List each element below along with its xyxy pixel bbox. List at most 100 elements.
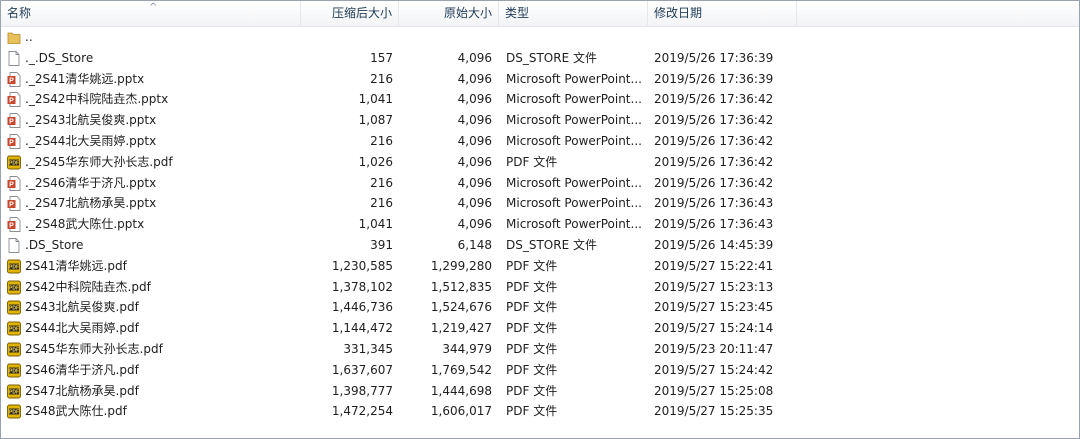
file-list-window: 名称 ^ 压缩后大小 原始大小 类型 修改日期 .. ._.DS_Store 157… — [0, 0, 1080, 439]
file-row[interactable]: PDF 2S45华东师大孙长志.pdf 331,345 344,979 PDF 文件 20… — [1, 339, 1079, 360]
modified-date-cell: 2019/5/27 15:24:14 — [654, 321, 774, 336]
column-header-modified[interactable]: 修改日期 — [648, 1, 797, 26]
svg-text:PDF: PDF — [9, 306, 19, 312]
compressed-size-cell: 1,637,607 — [331, 362, 393, 377]
file-name: ._2S48武大陈仕.pptx — [25, 217, 145, 232]
compressed-size-cell: 1,041 — [358, 92, 393, 107]
file-name-cell: P ._2S44北大吴雨婷.pptx — [7, 131, 297, 152]
modified-date-cell: 2019/5/27 15:25:35 — [654, 404, 774, 419]
file-type-cell: Microsoft PowerPoint... — [506, 217, 642, 232]
file-name-cell: PDF 2S46清华于济凡.pdf — [7, 360, 297, 381]
file-row[interactable]: PDF 2S44北大吴雨婷.pdf 1,144,472 1,219,427 PDF 文件… — [1, 318, 1079, 339]
file-type-cell: Microsoft PowerPoint... — [506, 133, 642, 148]
original-size-cell: 6,148 — [457, 237, 492, 252]
file-name: ._.DS_Store — [25, 50, 94, 65]
modified-date-cell: 2019/5/26 17:36:42 — [654, 154, 774, 169]
file-row[interactable]: P ._2S48武大陈仕.pptx 1,041 4,096 Microsoft Powe… — [1, 214, 1079, 235]
original-size-cell: 4,096 — [457, 92, 492, 107]
file-type-cell: Microsoft PowerPoint... — [506, 175, 642, 190]
file-row[interactable]: .DS_Store 391 6,148 DS_STORE 文件 2019/5/26 14… — [1, 235, 1079, 256]
compressed-size-cell: 1,026 — [358, 154, 393, 169]
file-row[interactable]: PDF 2S43北航吴俊爽.pdf 1,446,736 1,524,676 PDF 文件… — [1, 297, 1079, 318]
file-name: 2S41清华姚远.pdf — [25, 258, 127, 273]
file-name-cell: .. — [7, 27, 297, 48]
modified-date-cell: 2019/5/26 17:36:42 — [654, 175, 774, 190]
file-name-cell: PDF 2S45华东师大孙长志.pdf — [7, 339, 297, 360]
modified-date-cell: 2019/5/26 17:36:42 — [654, 113, 774, 128]
original-size-cell: 1,524,676 — [430, 300, 492, 315]
original-size-cell: 4,096 — [457, 50, 492, 65]
file-row[interactable]: PDF 2S46清华于济凡.pdf 1,637,607 1,769,542 PDF 文件… — [1, 360, 1079, 381]
svg-text:PDF: PDF — [9, 389, 19, 395]
modified-date-cell: 2019/5/26 17:36:39 — [654, 50, 774, 65]
modified-date-cell — [654, 27, 794, 48]
column-header-original-size-label: 原始大小 — [443, 6, 492, 20]
file-row[interactable]: PDF 2S42中科院陆垚杰.pdf 1,378,102 1,512,835 PDF 文… — [1, 277, 1079, 298]
file-name: ._2S41清华姚远.pptx — [25, 71, 145, 86]
compressed-size-cell: 157 — [370, 50, 393, 65]
file-name: .DS_Store — [25, 237, 84, 252]
compressed-size-cell — [301, 27, 393, 48]
svg-text:P: P — [9, 181, 14, 188]
file-row[interactable]: P ._2S42中科院陆垚杰.pptx 1,041 4,096 Microsoft Po… — [1, 89, 1079, 110]
pdf-icon: PDF — [7, 155, 21, 170]
file-name-cell: PDF 2S47北航杨承昊.pdf — [7, 381, 297, 402]
file-row[interactable]: .. — [1, 27, 1079, 48]
svg-text:P: P — [9, 223, 14, 230]
pptx-icon: P — [7, 113, 21, 129]
column-header-filler — [797, 1, 1079, 26]
column-header-original-size[interactable]: 原始大小 — [399, 1, 499, 26]
file-type-cell: DS_STORE 文件 — [506, 237, 597, 252]
file-type-cell — [506, 27, 646, 48]
file-row[interactable]: P ._2S46清华于济凡.pptx 216 4,096 Microsoft Power… — [1, 173, 1079, 194]
pdf-icon: PDF — [7, 280, 21, 295]
pptx-icon: P — [7, 134, 21, 149]
column-header-name-label: 名称 — [7, 6, 32, 20]
file-row[interactable]: ._.DS_Store 157 4,096 DS_STORE 文件 2019/5/26 … — [1, 48, 1079, 69]
original-size-cell: 4,096 — [457, 175, 492, 190]
compressed-size-cell: 1,230,585 — [331, 258, 393, 273]
file-row[interactable]: PDF 2S41清华姚远.pdf 1,230,585 1,299,280 PDF 文件 2… — [1, 256, 1079, 277]
column-header-name[interactable]: 名称 ^ — [1, 1, 301, 26]
file-row[interactable]: P ._2S44北大吴雨婷.pptx 216 4,096 Microsoft Power… — [1, 131, 1079, 152]
pptx-icon: P — [7, 175, 21, 191]
pptx-icon: P — [7, 92, 21, 108]
original-size-cell: 4,096 — [457, 154, 492, 169]
file-row[interactable]: PDF ._2S45华东师大孙长志.pdf 1,026 4,096 PDF 文件 2019… — [1, 152, 1079, 173]
file-row[interactable]: P ._2S41清华姚远.pptx 216 4,096 Microsoft PowerP… — [1, 69, 1079, 90]
pdf-icon: PDF — [7, 259, 21, 274]
column-header-type-label: 类型 — [505, 6, 530, 20]
column-header-type[interactable]: 类型 — [499, 1, 648, 26]
compressed-size-cell: 391 — [370, 237, 393, 252]
modified-date-cell: 2019/5/27 15:25:08 — [654, 383, 774, 398]
file-row[interactable]: P ._2S43北航吴俊爽.pptx 1,087 4,096 Microsoft Pow… — [1, 110, 1079, 131]
file-type-cell: PDF 文件 — [506, 154, 558, 169]
original-size-cell: 1,512,835 — [430, 279, 492, 294]
file-type-cell: PDF 文件 — [506, 362, 558, 377]
file-name: 2S47北航杨承昊.pdf — [25, 383, 139, 398]
compressed-size-cell: 1,472,254 — [331, 404, 393, 419]
file-row[interactable]: P ._2S47北航杨承昊.pptx 216 4,096 Microsoft Power… — [1, 193, 1079, 214]
file-type-cell: PDF 文件 — [506, 404, 558, 419]
file-type-cell: PDF 文件 — [506, 279, 558, 294]
original-size-cell: 4,096 — [457, 71, 492, 86]
svg-text:P: P — [9, 139, 14, 146]
original-size-cell: 4,096 — [457, 133, 492, 148]
file-list: .. ._.DS_Store 157 4,096 DS_STORE 文件 2019/5/2… — [1, 27, 1079, 422]
file-name: ._2S44北大吴雨婷.pptx — [25, 133, 157, 148]
file-name-cell: P ._2S46清华于济凡.pptx — [7, 173, 297, 194]
original-size-cell: 1,606,017 — [430, 404, 492, 419]
column-header-compressed-size[interactable]: 压缩后大小 — [301, 1, 399, 26]
file-name: ._2S43北航吴俊爽.pptx — [25, 113, 157, 128]
file-name-cell: PDF 2S43北航吴俊爽.pdf — [7, 297, 297, 318]
file-type-cell: PDF 文件 — [506, 321, 558, 336]
compressed-size-cell: 1,041 — [358, 217, 393, 232]
file-row[interactable]: PDF 2S47北航杨承昊.pdf 1,398,777 1,444,698 PDF 文件… — [1, 381, 1079, 402]
original-size-cell — [399, 27, 492, 48]
modified-date-cell: 2019/5/27 15:24:42 — [654, 362, 774, 377]
file-row[interactable]: PDF 2S48武大陈仕.pdf 1,472,254 1,606,017 PDF 文件 2… — [1, 401, 1079, 422]
file-icon — [8, 238, 20, 253]
modified-date-cell: 2019/5/26 17:36:43 — [654, 196, 774, 211]
sort-ascending-icon: ^ — [149, 2, 158, 13]
file-name-cell: ._.DS_Store — [7, 48, 297, 69]
